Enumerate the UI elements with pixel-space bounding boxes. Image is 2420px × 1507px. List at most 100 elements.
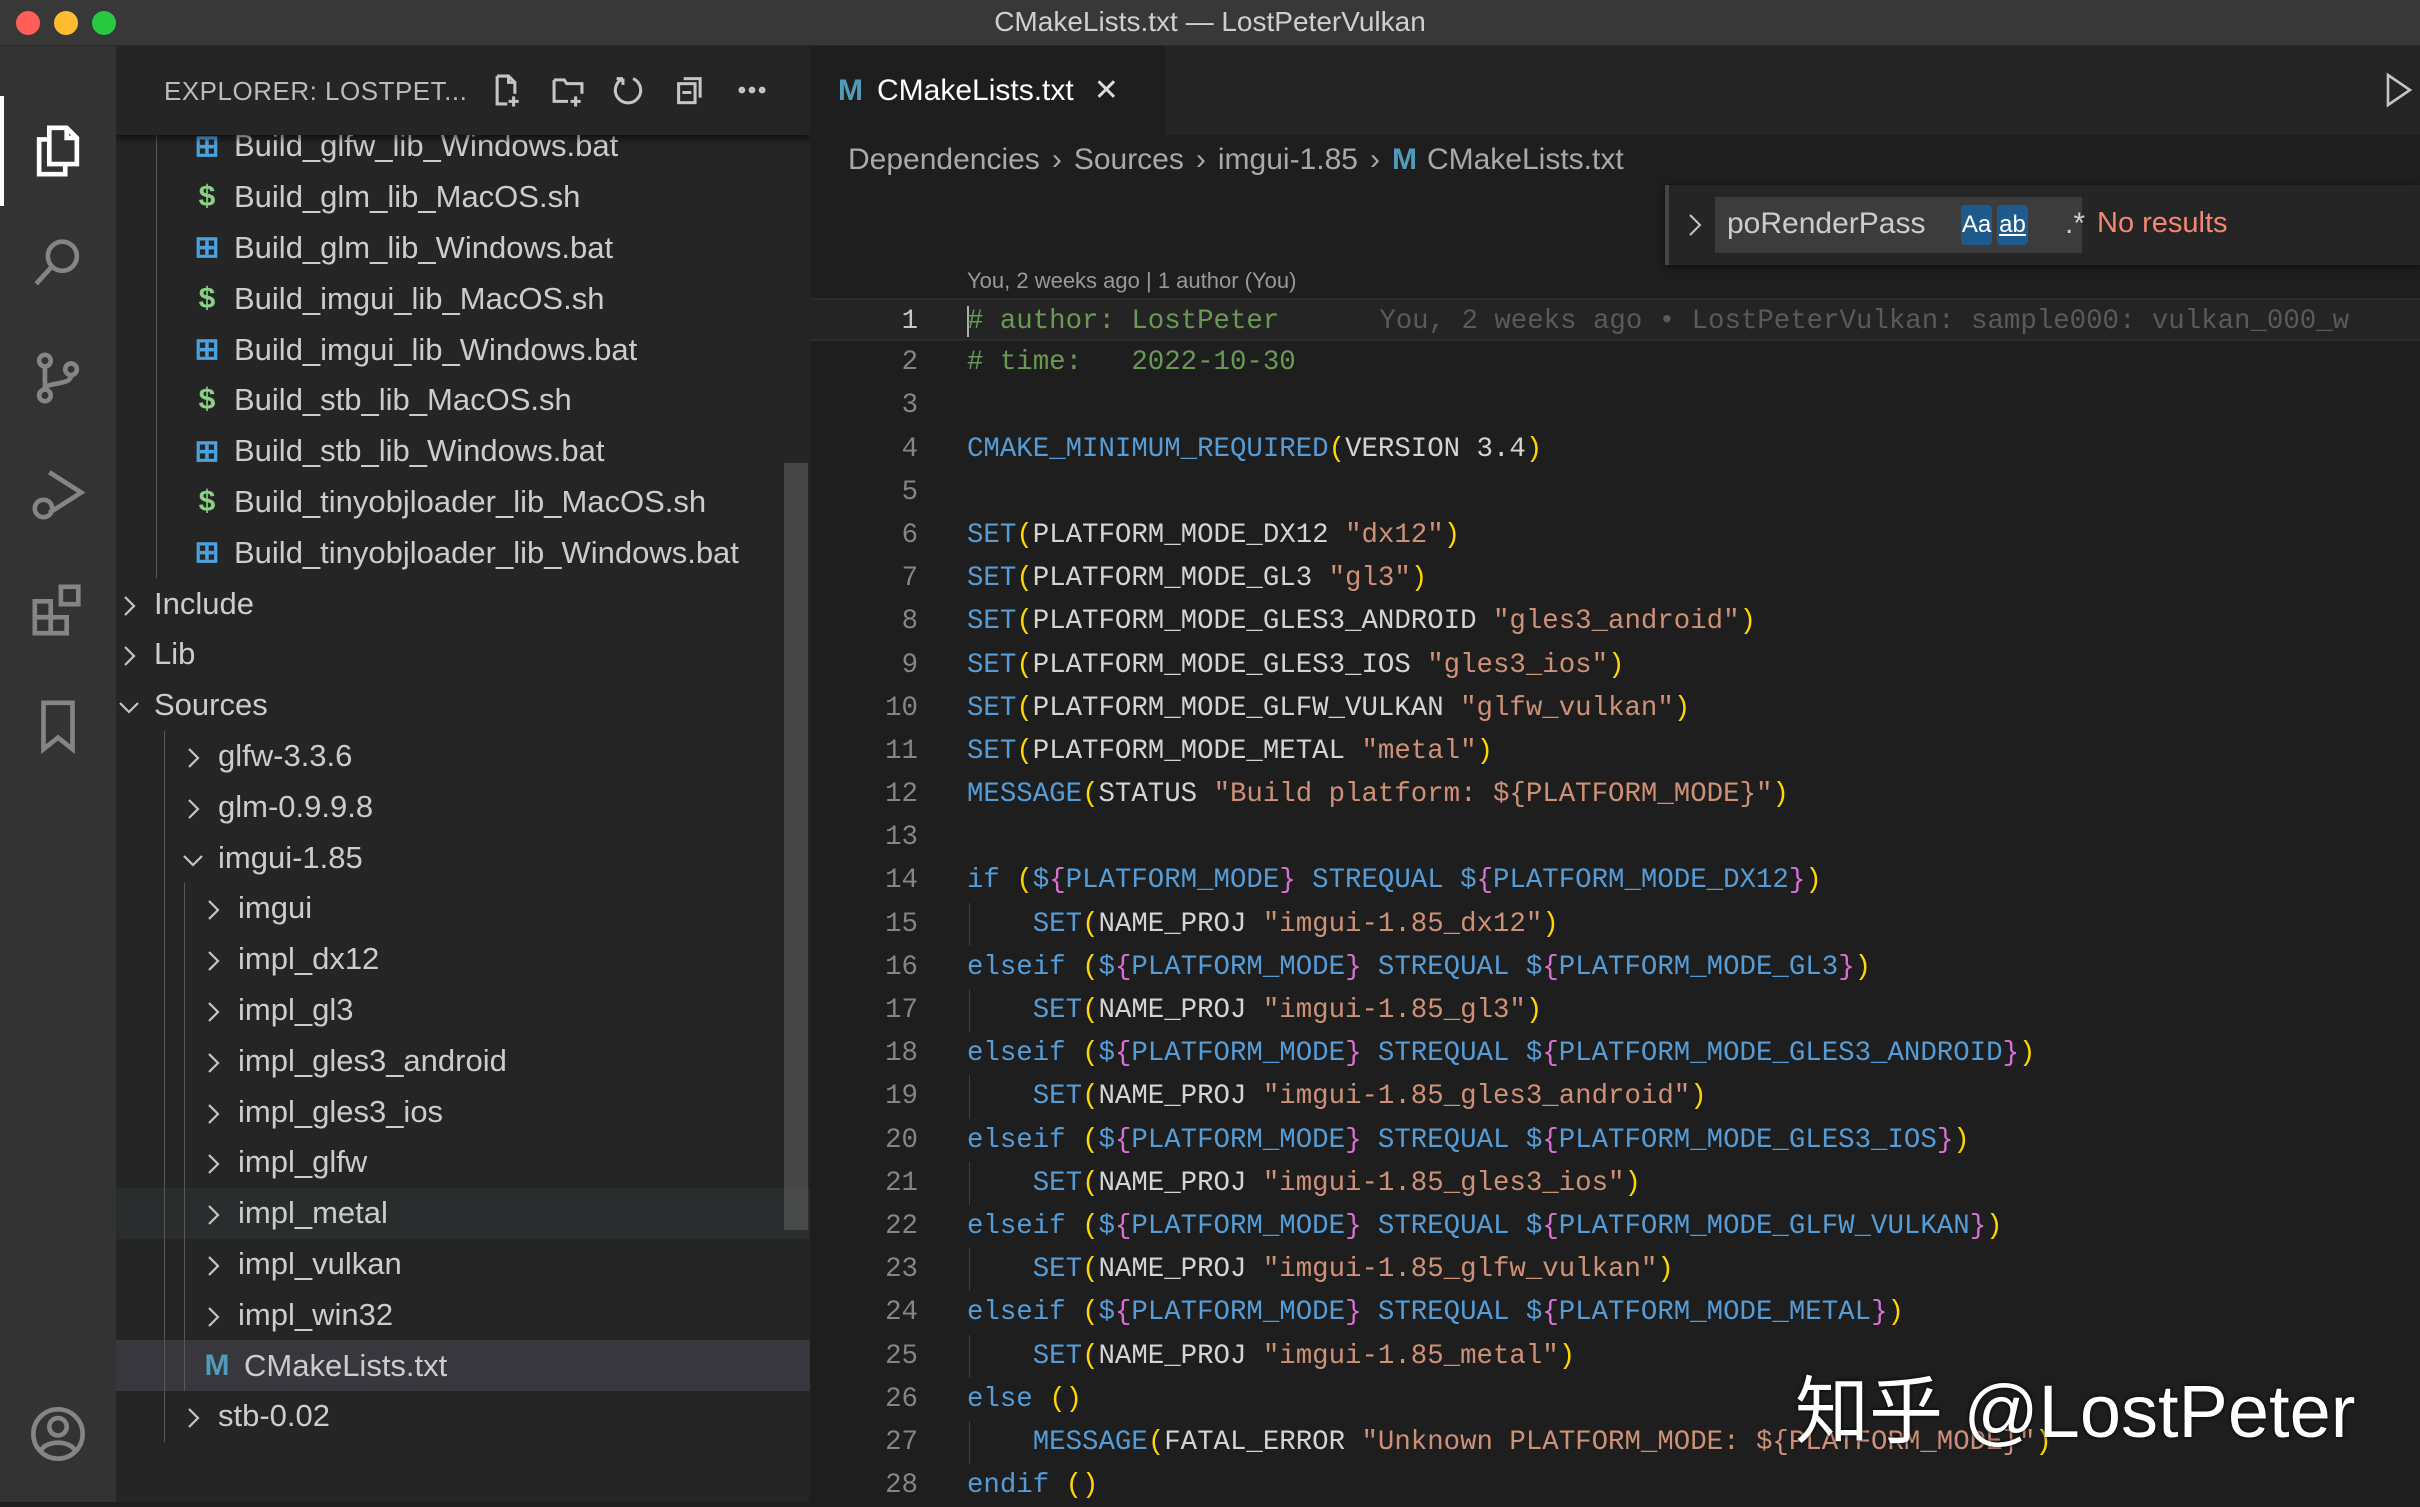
tree-item[interactable]: ⊞ Build_glm_lib_Windows.bat xyxy=(116,222,810,274)
tree-item[interactable]: impl_win32 xyxy=(116,1289,810,1341)
tree-item[interactable]: ⊞ Build_imgui_lib_Windows.bat xyxy=(116,324,810,375)
chevron-right-icon[interactable] xyxy=(200,1302,226,1328)
bookmarks-icon[interactable] xyxy=(28,696,88,756)
search-icon[interactable] xyxy=(28,232,88,292)
line-number: 12 xyxy=(885,779,918,811)
tree-item[interactable]: glfw-3.3.6 xyxy=(116,730,810,782)
tree-item[interactable]: imgui-1.85 xyxy=(116,832,810,883)
run-icon[interactable] xyxy=(2382,70,2416,115)
code-line[interactable]: 15 SET(NAME_PROJ "imgui-1.85_dx12") xyxy=(810,902,2420,946)
code-line[interactable]: 20 elseif (${PLATFORM_MODE} STREQUAL ${PL… xyxy=(810,1119,2420,1162)
code-line[interactable]: 3 xyxy=(810,384,2420,427)
tree-item[interactable]: imgui xyxy=(116,882,810,934)
explorer-icon[interactable] xyxy=(28,121,88,181)
code-line[interactable]: 9 SET(PLATFORM_MODE_GLES3_IOS "gles3_ios"… xyxy=(810,644,2420,687)
tree-item[interactable]: stb-0.02 xyxy=(116,1390,810,1442)
breadcrumb-file[interactable]: CMakeLists.txt xyxy=(1427,143,1624,177)
token-tx: NAME_PROJ xyxy=(1098,1081,1263,1113)
run-debug-icon[interactable] xyxy=(28,464,88,524)
tree-item[interactable]: impl_glfw xyxy=(116,1136,810,1188)
code-line[interactable]: 18 elseif (${PLATFORM_MODE} STREQUAL ${PL… xyxy=(810,1032,2420,1075)
extensions-icon[interactable] xyxy=(28,580,88,640)
tree-item[interactable]: ⊞ Build_stb_lib_Windows.bat xyxy=(116,425,810,477)
tree-item[interactable]: $ Build_glm_lib_MacOS.sh xyxy=(116,171,810,223)
code-line[interactable]: 17 SET(NAME_PROJ "imgui-1.85_gl3") xyxy=(810,989,2420,1033)
code-line[interactable]: 2 # time: 2022-10-30 xyxy=(810,341,2420,384)
tree-item[interactable]: $ Build_imgui_lib_MacOS.sh xyxy=(116,273,810,325)
code-line[interactable]: 23 SET(NAME_PROJ "imgui-1.85_glfw_vulkan… xyxy=(810,1248,2420,1292)
chevron-right-icon[interactable] xyxy=(180,794,206,820)
account-icon[interactable] xyxy=(28,1404,88,1464)
code-line[interactable]: 10 SET(PLATFORM_MODE_GLFW_VULKAN "glfw_vu… xyxy=(810,687,2420,730)
code-line[interactable]: 4 CMAKE_MINIMUM_REQUIRED(VERSION 3.4) xyxy=(810,428,2420,471)
chevron-right-icon[interactable] xyxy=(200,1099,226,1125)
collapse-all-icon[interactable] xyxy=(668,68,712,112)
token-str: "imgui-1.85_glfw_vulkan" xyxy=(1262,1254,1658,1286)
chevron-right-icon[interactable] xyxy=(200,1200,226,1226)
code-line[interactable]: 19 SET(NAME_PROJ "imgui-1.85_gles3_andro… xyxy=(810,1075,2420,1119)
tree-item[interactable]: impl_gles3_ios xyxy=(116,1086,810,1137)
token-kw: PLATFORM_MODE_GL3 xyxy=(1558,951,1839,983)
code-editor[interactable]: 1 # author: LostPeter You, 2 weeks ago • L… xyxy=(810,298,2420,1507)
chevron-right-icon[interactable] xyxy=(200,946,226,972)
toggle-replace-icon[interactable] xyxy=(1685,209,1705,246)
sidebar-scrollbar[interactable] xyxy=(784,463,808,1230)
tree-item[interactable]: Lib xyxy=(116,629,810,680)
tab-cmakelists[interactable]: M CMakeLists.txt ✕ xyxy=(810,46,1165,135)
code-line[interactable]: 22 elseif (${PLATFORM_MODE} STREQUAL ${PL… xyxy=(810,1205,2420,1248)
use-regex-button[interactable]: .* xyxy=(2065,207,2085,241)
breadcrumb-imgui[interactable]: imgui-1.85 xyxy=(1218,143,1358,177)
tree-item[interactable]: Sources xyxy=(116,680,810,731)
tree-item[interactable]: $ Build_stb_lib_MacOS.sh xyxy=(116,374,810,426)
code-line[interactable]: 1 # author: LostPeter You, 2 weeks ago • L… xyxy=(810,298,2420,342)
code-line[interactable]: 7 SET(PLATFORM_MODE_GL3 "gl3") xyxy=(810,557,2420,600)
tree-item[interactable]: ⊞ Build_tinyobjloader_lib_Windows.bat xyxy=(116,527,810,579)
close-tab-icon[interactable]: ✕ xyxy=(1094,73,1119,108)
tree-item[interactable]: $ Build_tinyobjloader_lib_MacOS.sh xyxy=(116,476,810,528)
code-line[interactable]: 21 SET(NAME_PROJ "imgui-1.85_gles3_ios") xyxy=(810,1161,2420,1205)
tree-item[interactable]: impl_vulkan xyxy=(116,1238,810,1290)
breadcrumb-dependencies[interactable]: Dependencies xyxy=(848,143,1040,177)
code-line[interactable]: 16 elseif (${PLATFORM_MODE} STREQUAL ${PL… xyxy=(810,946,2420,989)
breadcrumb-sources[interactable]: Sources xyxy=(1074,143,1184,177)
code-line[interactable]: 8 SET(PLATFORM_MODE_GLES3_ANDROID "gles3_… xyxy=(810,600,2420,643)
find-input[interactable]: poRenderPass Aa ab .* xyxy=(1715,197,2085,253)
more-icon[interactable] xyxy=(730,68,774,112)
code-line[interactable]: 14 if (${PLATFORM_MODE} STREQUAL ${PLATFO… xyxy=(810,859,2420,902)
chevron-right-icon[interactable] xyxy=(200,997,226,1023)
chevron-right-icon[interactable] xyxy=(200,895,226,921)
tree-item[interactable]: impl_gles3_android xyxy=(116,1035,810,1087)
code-line[interactable]: 12 MESSAGE(STATUS "Build platform: ${PLAT… xyxy=(810,773,2420,816)
chevron-right-icon[interactable] xyxy=(116,591,142,617)
new-file-icon[interactable] xyxy=(484,68,528,112)
chevron-down-icon[interactable] xyxy=(180,845,206,871)
chevron-right-icon[interactable] xyxy=(200,1149,226,1175)
chevron-right-icon[interactable] xyxy=(180,743,206,769)
chevron-right-icon[interactable] xyxy=(116,641,142,667)
chevron-down-icon[interactable] xyxy=(116,692,142,718)
chevron-right-icon[interactable] xyxy=(200,1048,226,1074)
code-line[interactable]: 13 xyxy=(810,816,2420,859)
code-line[interactable]: 6 SET(PLATFORM_MODE_DX12 "dx12") xyxy=(810,514,2420,557)
token-cm: # time: 2022-10-30 xyxy=(967,347,1296,379)
code-line[interactable]: 28 endif () xyxy=(810,1464,2420,1507)
codelens-authors[interactable]: You, 2 weeks ago | 1 author (You) xyxy=(967,268,1296,294)
tree-item[interactable]: Include xyxy=(116,578,810,629)
indent-guide xyxy=(164,781,165,833)
chevron-right-icon[interactable] xyxy=(200,1251,226,1277)
tree-item[interactable]: impl_metal xyxy=(116,1187,810,1239)
tree-item[interactable]: impl_gl3 xyxy=(116,984,810,1036)
tree-item[interactable]: M CMakeLists.txt xyxy=(116,1340,810,1391)
code-line[interactable]: 5 xyxy=(810,471,2420,514)
match-whole-word-button[interactable]: ab xyxy=(1997,205,2028,245)
tree-item[interactable]: impl_dx12 xyxy=(116,933,810,985)
refresh-icon[interactable] xyxy=(606,68,650,112)
code-line[interactable]: 24 elseif (${PLATFORM_MODE} STREQUAL ${PL… xyxy=(810,1291,2420,1334)
code-line[interactable]: 11 SET(PLATFORM_MODE_METAL "metal") xyxy=(810,730,2420,773)
new-folder-icon[interactable] xyxy=(546,68,590,112)
chevron-right-icon[interactable] xyxy=(180,1403,206,1429)
match-case-button[interactable]: Aa xyxy=(1961,205,1992,245)
tree-item[interactable]: glm-0.9.9.8 xyxy=(116,781,810,833)
token-br: ( xyxy=(1016,563,1033,595)
source-control-icon[interactable] xyxy=(28,348,88,408)
